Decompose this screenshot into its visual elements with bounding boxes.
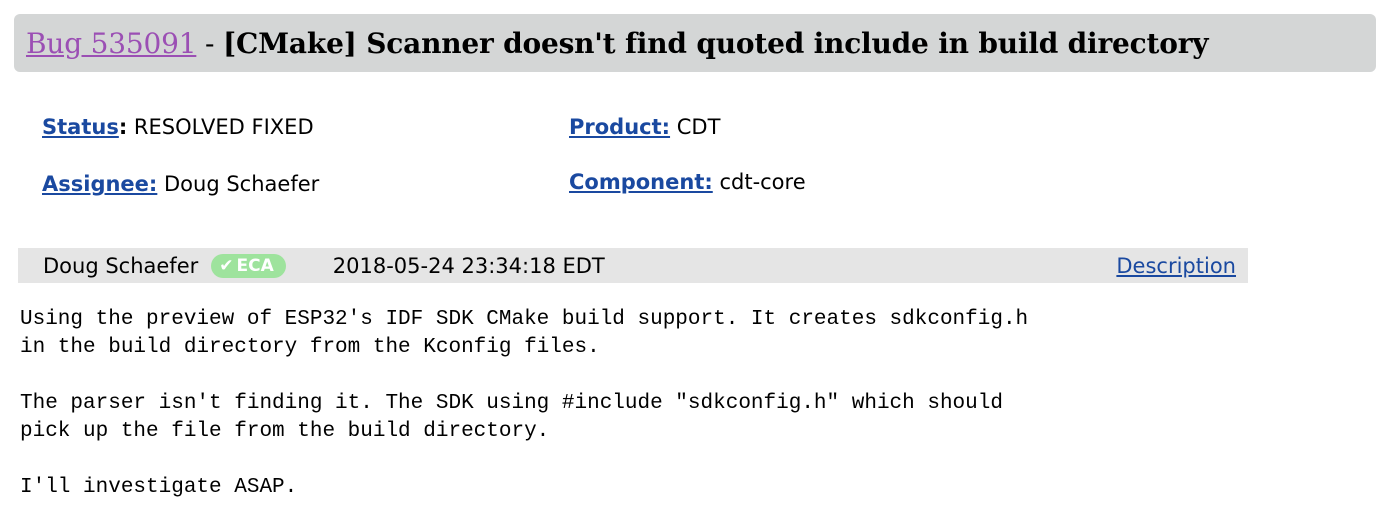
- comment-line: Using the preview of ESP32's IDF SDK CMa…: [20, 308, 1029, 331]
- assignee-value: Doug Schaefer: [164, 172, 320, 196]
- comment-body: Using the preview of ESP32's IDF SDK CMa…: [20, 306, 1028, 502]
- comment-line: I'll investigate ASAP.: [20, 476, 298, 499]
- status-field: Status: RESOLVED FIXED: [42, 115, 314, 139]
- comment-author: Doug Schaefer: [43, 253, 199, 278]
- eca-badge: ✔ ECA: [211, 253, 286, 278]
- comment-timestamp: 2018-05-24 23:34:18 EDT: [332, 253, 605, 278]
- product-value: CDT: [676, 115, 721, 139]
- title-separator: -: [205, 26, 215, 60]
- assignee-field: Assignee: Doug Schaefer: [42, 172, 319, 196]
- status-colon: :: [118, 115, 128, 139]
- eca-badge-label: ECA: [236, 255, 274, 276]
- comment-line: pick up the file from the build director…: [20, 420, 550, 443]
- comment-line: in the build directory from the Kconfig …: [20, 336, 600, 359]
- product-label-link[interactable]: Product:: [569, 115, 670, 139]
- bug-title-bar: Bug 535091 - [CMake] Scanner doesn't fin…: [14, 14, 1376, 72]
- checkmark-icon: ✔: [219, 255, 234, 276]
- description-link[interactable]: Description: [1116, 254, 1236, 278]
- component-label-link[interactable]: Component:: [569, 170, 713, 194]
- status-label-link[interactable]: Status: [42, 115, 119, 139]
- product-field: Product: CDT: [569, 115, 720, 139]
- bug-summary: [CMake] Scanner doesn't find quoted incl…: [223, 26, 1209, 60]
- comment-line: [20, 362, 1028, 390]
- comment-line: The parser isn't finding it. The SDK usi…: [20, 392, 1003, 415]
- comment-line: [20, 446, 1028, 474]
- status-value: RESOLVED FIXED: [133, 115, 314, 139]
- assignee-label-link[interactable]: Assignee:: [42, 172, 157, 196]
- bug-id-link[interactable]: Bug 535091: [26, 27, 197, 60]
- component-value: cdt-core: [719, 170, 806, 194]
- comment-header: Doug Schaefer ✔ ECA 2018-05-24 23:34:18 …: [18, 248, 1248, 283]
- component-field: Component: cdt-core: [569, 170, 806, 194]
